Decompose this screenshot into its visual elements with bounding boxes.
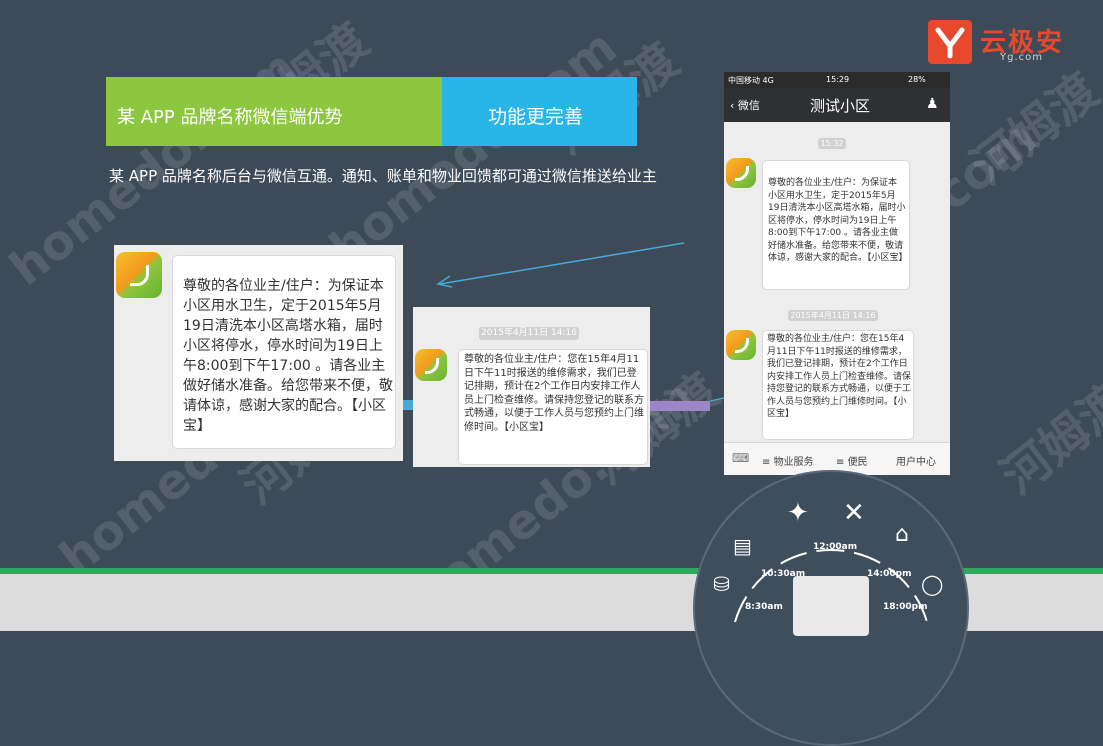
message-text: 尊敬的各位业主/住户：为保证本小区用水卫生，定于2015年5月19日清洗本小区高… — [768, 178, 908, 263]
app-avatar-icon — [116, 252, 162, 298]
message-bubble: 尊敬的各位业主/住户：为保证本小区用水卫生，定于2015年5月19日清洗本小区高… — [172, 255, 396, 449]
message-card-large: 尊敬的各位业主/住户：为保证本小区用水卫生，定于2015年5月19日清洗本小区高… — [114, 245, 403, 461]
chat-title: 测试小区 — [810, 97, 871, 115]
message-bubble: 尊敬的各位业主/住户：您在15年4月11日下午11时报送的维修需求，我们已登记排… — [762, 330, 914, 440]
shop-icon: ⌂ — [895, 522, 909, 547]
clock-label: 12:00am — [813, 542, 858, 552]
timestamp-badge: 15:32 — [818, 138, 846, 149]
car-icon: ⛁ — [713, 572, 730, 596]
bicycle-icon: ◯ — [921, 572, 944, 596]
chat-header: ‹ 微信 测试小区 ♟ — [724, 88, 950, 122]
timestamp-badge: 2015年4月11日 14:16 — [788, 310, 878, 321]
devices-icon — [793, 576, 869, 636]
menu-item-user-center[interactable]: 用户中心 — [896, 453, 936, 468]
menu-item-property[interactable]: ≡ 物业服务 — [762, 453, 814, 468]
clock-label: 8:30am — [745, 602, 783, 612]
status-carrier: 中国移动 4G — [728, 76, 774, 85]
menu-label: 便民 — [847, 457, 868, 468]
status-time: 15:29 — [826, 75, 850, 84]
status-bar: 中国移动 4G 15:29 28% — [724, 72, 950, 88]
keyboard-icon[interactable]: ⌨ — [732, 451, 749, 465]
clock-label: 14:00pm — [867, 569, 912, 579]
menu-label: 物业服务 — [773, 457, 814, 468]
message-bubble: 尊敬的各位业主/住户：为保证本小区用水卫生，定于2015年5月19日清洗本小区高… — [762, 160, 910, 290]
clock-label: 18:00pm — [883, 602, 928, 612]
message-bubble: 尊敬的各位业主/住户：您在15年4月11日下午11时报送的维修需求，我们已登记排… — [458, 349, 648, 465]
app-avatar-icon — [415, 349, 447, 381]
timestamp-badge: 2015年4月11日 14:16 — [479, 327, 579, 340]
message-text: 尊敬的各位业主/住户：为保证本小区用水卫生，定于2015年5月19日清洗本小区高… — [183, 278, 393, 434]
dining-icon: ✕ — [843, 498, 865, 528]
message-text: 尊敬的各位业主/住户：您在15年4月11日下午11时报送的维修需求，我们已登记排… — [464, 354, 644, 433]
message-card-mid: 2015年4月11日 14:16 尊敬的各位业主/住户：您在15年4月11日下午… — [413, 307, 650, 467]
user-profile-icon[interactable]: ♟ — [926, 96, 939, 112]
card-icon: ▤ — [733, 534, 752, 558]
back-label: 微信 — [737, 99, 760, 112]
menu-item-convenience[interactable]: ≡ 便民 — [836, 453, 868, 468]
app-avatar-icon — [726, 158, 756, 188]
back-button[interactable]: ‹ 微信 — [730, 97, 760, 113]
status-battery: 28% — [908, 75, 926, 84]
app-avatar-icon — [726, 330, 756, 360]
phone-screen: 中国移动 4G 15:29 28% ‹ 微信 测试小区 ♟ 15:32 尊敬的各… — [724, 72, 950, 475]
message-text: 尊敬的各位业主/住户：您在15年4月11日下午11时报送的维修需求，我们已登记排… — [767, 334, 912, 419]
broom-icon: ✦ — [787, 498, 809, 528]
service-clock-graphic: 12:00am 10:30am 14:00pm 8:30am 18:00pm ✦… — [693, 470, 969, 746]
